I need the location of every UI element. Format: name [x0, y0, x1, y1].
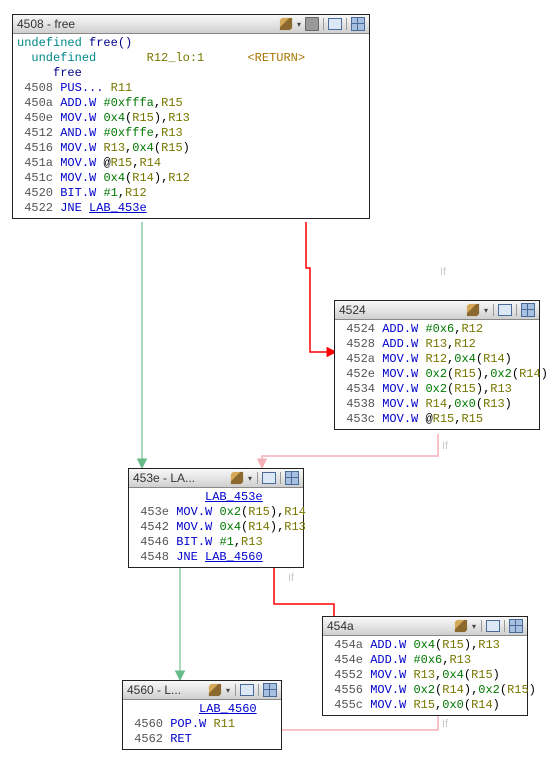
edit-icon[interactable]: [230, 471, 244, 485]
asm-line[interactable]: 454e ADD.W #0x6,R13: [327, 653, 523, 668]
window-icon[interactable]: [240, 683, 254, 697]
asm-line[interactable]: 4562 RET: [127, 732, 277, 747]
asm-line[interactable]: 4556 MOV.W 0x2(R14),0x2(R15): [327, 683, 523, 698]
block-titlebar[interactable]: 453e - LA... ▾: [129, 469, 303, 488]
fullscreen-icon[interactable]: [521, 303, 535, 317]
edge-label-if: If: [288, 572, 294, 584]
edit-icon[interactable]: [279, 17, 293, 31]
dropdown-icon[interactable]: ▾: [247, 471, 253, 485]
separator: [346, 18, 347, 30]
asm-line[interactable]: 4516 MOV.W R13,0x4(R15): [17, 141, 365, 156]
separator: [280, 472, 281, 484]
block-4524[interactable]: 4524 ▾ 4524 ADD.W #0x6,R12 4528 ADD.W R1…: [334, 300, 540, 430]
dropdown-icon[interactable]: ▾: [225, 683, 231, 697]
block-454a[interactable]: 454a ▾ 454a ADD.W 0x4(R15),R13 454e ADD.…: [322, 616, 528, 716]
asm-line[interactable]: 450e MOV.W 0x4(R15),R13: [17, 111, 365, 126]
asm-line[interactable]: 452e MOV.W 0x2(R15),0x2(R14): [339, 367, 535, 382]
asm-line[interactable]: 4528 ADD.W R13,R12: [339, 337, 535, 352]
asm-line[interactable]: 451a MOV.W @R15,R14: [17, 156, 365, 171]
separator: [516, 304, 517, 316]
window-icon[interactable]: [328, 17, 342, 31]
asm-line[interactable]: 453c MOV.W @R15,R15: [339, 412, 535, 427]
asm-line[interactable]: 4512 AND.W #0xfffe,R13: [17, 126, 365, 141]
asm-line[interactable]: 4552 MOV.W R13,0x4(R15): [327, 668, 523, 683]
block-title: 4508 - free: [17, 17, 279, 31]
block-titlebar[interactable]: 4524 ▾: [335, 301, 539, 320]
edge-label-if: If: [442, 440, 448, 452]
block-titlebar[interactable]: 4508 - free ▾: [13, 15, 369, 34]
fullscreen-icon[interactable]: [351, 17, 365, 31]
asm-line[interactable]: 453e MOV.W 0x2(R15),R14: [133, 505, 299, 520]
separator: [258, 684, 259, 696]
separator: [504, 620, 505, 632]
asm-line[interactable]: 4524 ADD.W #0x6,R12: [339, 322, 535, 337]
edge-label-if: If: [440, 266, 446, 278]
edit-icon[interactable]: [454, 619, 468, 633]
separator: [323, 18, 324, 30]
block-title: 453e - LA...: [133, 471, 230, 485]
edit-icon[interactable]: [208, 683, 222, 697]
block-title: 4560 - L...: [127, 683, 208, 697]
block-titlebar[interactable]: 454a ▾: [323, 617, 527, 636]
block-body: LAB_4560 4560 POP.W R11 4562 RET: [123, 700, 281, 749]
block-4560[interactable]: 4560 - L... ▾ LAB_4560 4560 POP.W R11 45…: [122, 680, 282, 750]
dropdown-icon[interactable]: ▾: [471, 619, 477, 633]
print-icon[interactable]: [305, 17, 319, 31]
asm-line[interactable]: 4522 JNE LAB_453e: [17, 201, 365, 216]
block-4508[interactable]: 4508 - free ▾ undefined free() undefined…: [12, 14, 370, 219]
asm-line[interactable]: 451c MOV.W 0x4(R14),R12: [17, 171, 365, 186]
separator: [493, 304, 494, 316]
asm-line[interactable]: 454a ADD.W 0x4(R15),R13: [327, 638, 523, 653]
asm-line[interactable]: 4560 POP.W R11: [127, 717, 277, 732]
block-body: undefined free() undefined R12_lo:1 <RET…: [13, 34, 369, 218]
block-title: 454a: [327, 619, 454, 633]
dropdown-icon[interactable]: ▾: [296, 17, 302, 31]
asm-line[interactable]: 4508 PUS... R11: [17, 81, 365, 96]
block-titlebar[interactable]: 4560 - L... ▾: [123, 681, 281, 700]
window-icon[interactable]: [498, 303, 512, 317]
separator: [481, 620, 482, 632]
asm-line[interactable]: 4520 BIT.W #1,R12: [17, 186, 365, 201]
block-title: 4524: [339, 303, 466, 317]
asm-line[interactable]: 4542 MOV.W 0x4(R14),R13: [133, 520, 299, 535]
edge-label-if: If: [442, 718, 448, 730]
dropdown-icon[interactable]: ▾: [483, 303, 489, 317]
block-body: LAB_453e 453e MOV.W 0x2(R15),R14 4542 MO…: [129, 488, 303, 567]
block-body: 4524 ADD.W #0x6,R12 4528 ADD.W R13,R12 4…: [335, 320, 539, 429]
block-453e[interactable]: 453e - LA... ▾ LAB_453e 453e MOV.W 0x2(R…: [128, 468, 304, 568]
asm-line[interactable]: 455c MOV.W R15,0x0(R14): [327, 698, 523, 713]
asm-line[interactable]: 4534 MOV.W 0x2(R15),R13: [339, 382, 535, 397]
fullscreen-icon[interactable]: [509, 619, 523, 633]
window-icon[interactable]: [262, 471, 276, 485]
edit-icon[interactable]: [466, 303, 480, 317]
separator: [235, 684, 236, 696]
asm-line[interactable]: 450a ADD.W #0xfffa,R15: [17, 96, 365, 111]
window-icon[interactable]: [486, 619, 500, 633]
block-body: 454a ADD.W 0x4(R15),R13 454e ADD.W #0x6,…: [323, 636, 527, 715]
separator: [257, 472, 258, 484]
asm-line[interactable]: 4546 BIT.W #1,R13: [133, 535, 299, 550]
fullscreen-icon[interactable]: [263, 683, 277, 697]
asm-line[interactable]: 4548 JNE LAB_4560: [133, 550, 299, 565]
asm-line[interactable]: 4538 MOV.W R14,0x0(R13): [339, 397, 535, 412]
fullscreen-icon[interactable]: [285, 471, 299, 485]
asm-line[interactable]: 452a MOV.W R12,0x4(R14): [339, 352, 535, 367]
